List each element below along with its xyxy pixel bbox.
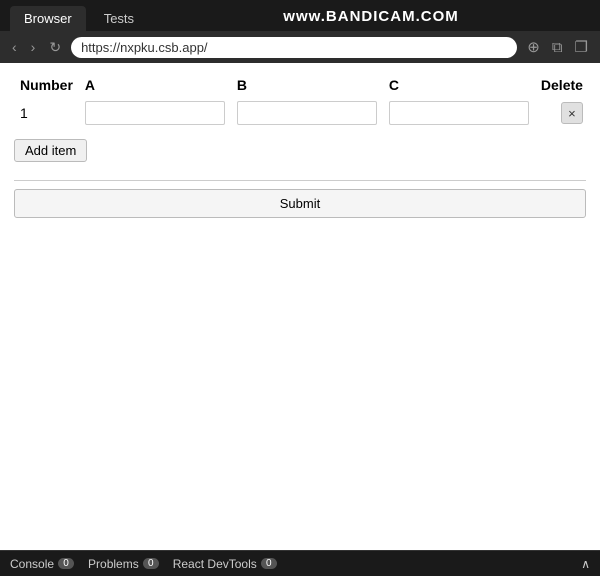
- problems-label: Problems: [88, 557, 139, 571]
- col-c: C: [383, 73, 535, 97]
- divider: [14, 180, 586, 181]
- delete-row-button[interactable]: ×: [561, 102, 583, 124]
- refresh-button[interactable]: ↻: [45, 37, 65, 58]
- address-bar-row: ‹ › ↻ ⊕ ⧉ ❐: [0, 31, 600, 63]
- table-row: 1 ×: [14, 97, 589, 129]
- bottom-tab-devtools[interactable]: React DevTools 0: [173, 555, 291, 573]
- tab-tests[interactable]: Tests: [90, 6, 148, 31]
- devtools-badge: 0: [261, 558, 277, 569]
- collapse-button[interactable]: ∧: [581, 557, 590, 571]
- row-a-input[interactable]: [85, 101, 225, 125]
- browser-actions: ⊕ ⧉ ❐: [523, 36, 592, 58]
- row-c-cell: [383, 97, 535, 129]
- browser-chrome: Browser Tests www.BANDICAM.COM ‹ › ↻ ⊕ ⧉…: [0, 0, 600, 63]
- console-label: Console: [10, 557, 54, 571]
- problems-badge: 0: [143, 558, 159, 569]
- data-table: Number A B C Delete 1 ×: [14, 73, 589, 129]
- row-number: 1: [14, 97, 79, 129]
- forward-button[interactable]: ›: [27, 37, 40, 57]
- watermark: www.BANDICAM.COM: [152, 8, 590, 29]
- bottom-tab-console[interactable]: Console 0: [10, 555, 88, 573]
- row-delete-cell: ×: [535, 97, 589, 129]
- col-delete: Delete: [535, 73, 589, 97]
- row-c-input[interactable]: [389, 101, 529, 125]
- console-badge: 0: [58, 558, 74, 569]
- col-b: B: [231, 73, 383, 97]
- back-button[interactable]: ‹: [8, 37, 21, 57]
- fullscreen-button[interactable]: ❐: [571, 36, 592, 58]
- tab-browser[interactable]: Browser: [10, 6, 86, 31]
- page-content: Number A B C Delete 1 ×: [0, 63, 600, 550]
- devtools-label: React DevTools: [173, 557, 257, 571]
- add-item-button[interactable]: Add item: [14, 139, 87, 162]
- col-number: Number: [14, 73, 79, 97]
- table-header-row: Number A B C Delete: [14, 73, 589, 97]
- screenshot-button[interactable]: ⧉: [548, 36, 567, 58]
- tab-bar: Browser Tests www.BANDICAM.COM: [0, 0, 600, 31]
- row-a-cell: [79, 97, 231, 129]
- row-b-input[interactable]: [237, 101, 377, 125]
- bottom-tab-problems[interactable]: Problems 0: [88, 555, 173, 573]
- col-a: A: [79, 73, 231, 97]
- submit-button[interactable]: Submit: [14, 189, 586, 218]
- extensions-button[interactable]: ⊕: [523, 36, 544, 58]
- bottom-bar: Console 0 Problems 0 React DevTools 0 ∧: [0, 550, 600, 576]
- address-input[interactable]: [71, 37, 517, 58]
- row-b-cell: [231, 97, 383, 129]
